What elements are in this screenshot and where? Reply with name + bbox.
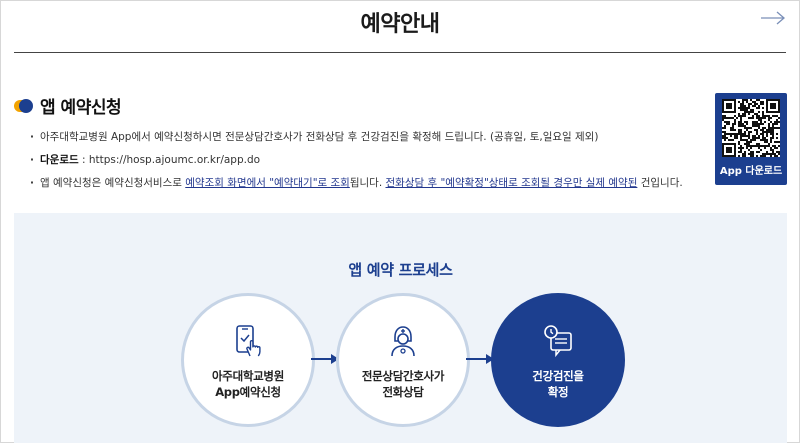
process-step-app-request: 아주대학교병원 App예약신청 [181, 293, 315, 427]
process-panel: 앱 예약 프로세스 아주대학교병원 App예약신청 전문상담간호사가 전화상담 … [14, 213, 787, 443]
clock-document-icon [539, 322, 577, 360]
section-bullet-icon [14, 98, 34, 113]
app-download-label: App 다운로드 [719, 166, 783, 177]
arrow-right-icon [311, 354, 339, 364]
process-step-phone-consult: 전문상담간호사가 전화상담 [336, 293, 470, 427]
step-label: 아주대학교병원 App예약신청 [212, 369, 284, 399]
info-item-app-request: 아주대학교병원 App에서 예약신청하시면 전문상담간호사가 전화상담 후 건강… [30, 130, 690, 144]
qr-code-icon [722, 99, 780, 157]
section-header: 앱 예약신청 [14, 93, 122, 118]
download-label: 다운로드 [40, 154, 79, 166]
title-divider [14, 52, 786, 53]
section-title: 앱 예약신청 [40, 98, 122, 118]
arrow-right-icon [761, 11, 785, 25]
info-list: 아주대학교병원 App에서 예약신청하시면 전문상담간호사가 전화상담 후 건강… [30, 130, 690, 199]
smartphone-touch-icon [229, 322, 267, 360]
reservation-confirm-link[interactable]: 전화상담 후 "예약확정"상태로 조회될 경우만 실제 예약된 [386, 177, 638, 189]
process-title: 앱 예약 프로세스 [348, 261, 453, 279]
info-item-download: 다운로드 : https://hosp.ajoumc.or.kr/app.do [30, 153, 690, 167]
app-download-button[interactable]: App 다운로드 [715, 93, 787, 185]
reservation-wait-link[interactable]: 예약조회 화면에서 "예약대기"로 조회 [185, 177, 350, 189]
info-item-status: 앱 예약신청은 예약신청서비스로 예약조회 화면에서 "예약대기"로 조회됩니다… [30, 176, 690, 190]
arrow-right-icon [466, 354, 494, 364]
process-step-confirm: 건강검진을 확정 [491, 293, 625, 427]
download-url[interactable]: https://hosp.ajoumc.or.kr/app.do [89, 154, 260, 166]
page-title: 예약안내 [360, 12, 440, 37]
step-label: 건강검진을 확정 [532, 369, 584, 399]
nurse-icon [384, 322, 422, 360]
next-arrow-button[interactable] [758, 8, 788, 28]
step-label: 전문상담간호사가 전화상담 [361, 369, 445, 399]
